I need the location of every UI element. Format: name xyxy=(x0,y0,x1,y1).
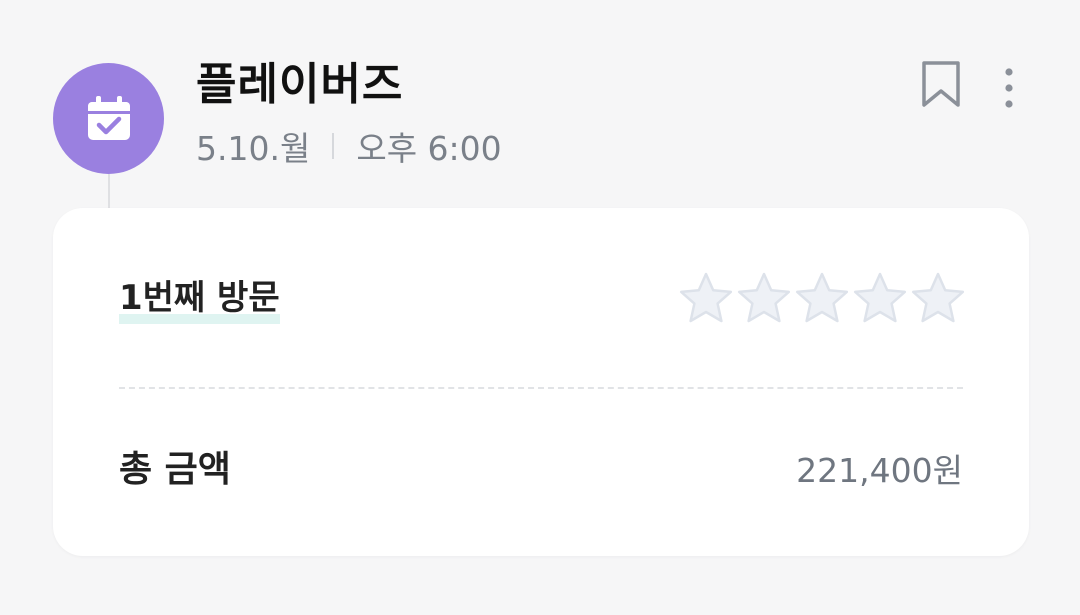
event-screen: 플레이버즈 5.10.월 오후 6:00 1번째 방문 총 금액 221,400… xyxy=(0,0,1080,615)
more-options-button[interactable] xyxy=(994,66,1024,110)
total-amount-label: 총 금액 xyxy=(119,449,231,490)
bookmark-icon xyxy=(922,61,960,107)
star-icon[interactable] xyxy=(793,270,851,328)
timeline-connector xyxy=(108,174,110,210)
total-amount-value: 221,400원 xyxy=(796,451,963,490)
bookmark-button[interactable] xyxy=(920,60,962,108)
more-vertical-icon xyxy=(1005,68,1013,108)
star-icon[interactable] xyxy=(909,270,967,328)
dashed-divider xyxy=(119,387,963,389)
visit-count-text: 1번째 방문 xyxy=(119,278,280,318)
star-icon[interactable] xyxy=(677,270,735,328)
event-meta: 5.10.월 오후 6:00 xyxy=(196,124,502,168)
event-time: 오후 6:00 xyxy=(356,129,502,168)
calendar-check-icon xyxy=(87,95,130,140)
star-rating[interactable] xyxy=(677,270,967,328)
avatar xyxy=(53,63,164,174)
visit-card[interactable]: 1번째 방문 총 금액 221,400원 xyxy=(53,208,1029,556)
star-icon[interactable] xyxy=(735,270,793,328)
page-title: 플레이버즈 xyxy=(196,59,404,110)
visit-count-label: 1번째 방문 xyxy=(119,276,280,324)
event-date: 5.10.월 xyxy=(196,129,311,168)
star-icon[interactable] xyxy=(851,270,909,328)
meta-divider xyxy=(332,133,335,159)
